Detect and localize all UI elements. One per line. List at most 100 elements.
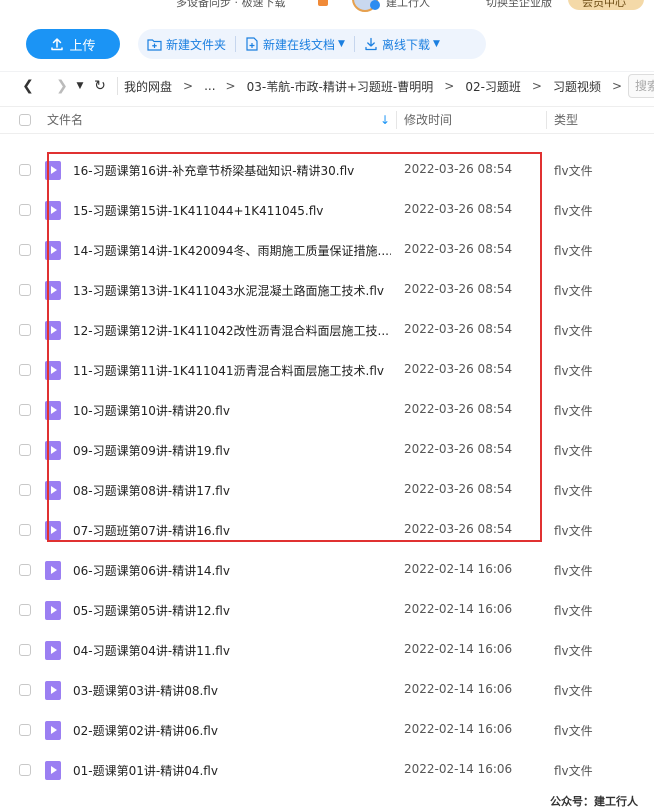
file-name[interactable]: 15-习题课第15讲-1K411044+1K411045.flv [73, 202, 391, 219]
row-checkbox[interactable] [19, 404, 31, 416]
file-name[interactable]: 07-习题班第07讲-精讲16.flv [73, 522, 391, 539]
enterprise-link[interactable]: 切换至企业版 [486, 0, 552, 10]
upload-button[interactable]: 上传 [26, 29, 120, 59]
file-type: flv文件 [554, 644, 593, 658]
file-type: flv文件 [554, 204, 593, 218]
table-row[interactable]: 05-习题课第05讲-精讲12.flv 2022-02-14 16:06 flv… [0, 590, 654, 630]
file-modified: 2022-02-14 16:06 [404, 722, 513, 736]
breadcrumb-item-videos[interactable]: 习题视频 [553, 78, 601, 95]
video-file-icon [45, 721, 61, 740]
table-row[interactable]: 16-习题课第16讲-补充章节桥梁基础知识-精讲30.flv 2022-03-2… [0, 150, 654, 190]
history-dropdown-icon[interactable]: ▼ [73, 81, 87, 91]
search-input[interactable]: 搜索 [628, 74, 654, 98]
row-checkbox[interactable] [19, 524, 31, 536]
upload-icon [51, 38, 64, 51]
username[interactable]: 建工行人 [386, 0, 430, 10]
file-modified: 2022-03-26 08:54 [404, 202, 513, 216]
table-row[interactable]: 12-习题课第12讲-1K411042改性沥青混合料面层施工技... 2022-… [0, 310, 654, 350]
sort-down-icon[interactable]: ↓ [380, 113, 390, 127]
file-name[interactable]: 12-习题课第12讲-1K411042改性沥青混合料面层施工技... [73, 322, 391, 339]
row-checkbox[interactable] [19, 364, 31, 376]
file-modified: 2022-03-26 08:54 [404, 522, 513, 536]
file-type: flv文件 [554, 764, 593, 778]
table-row[interactable]: 02-题课第02讲-精讲06.flv 2022-02-14 16:06 flv文… [0, 710, 654, 750]
refresh-icon[interactable]: ↻ [89, 78, 111, 94]
file-type: flv文件 [554, 364, 593, 378]
new-folder-button[interactable]: 新建文件夹 [138, 29, 235, 59]
table-header: 文件名 ↓ 修改时间 类型 [0, 106, 654, 134]
breadcrumb-item-class[interactable]: 02-习题班 [465, 78, 521, 95]
breadcrumb-separator: > [444, 79, 455, 93]
column-divider[interactable] [546, 111, 547, 129]
gift-icon[interactable] [318, 0, 328, 6]
back-icon[interactable]: ❮ [17, 78, 39, 94]
breadcrumb-item-root[interactable]: 我的网盘 [124, 78, 172, 95]
row-checkbox[interactable] [19, 164, 31, 176]
file-name[interactable]: 10-习题课第10讲-精讲20.flv [73, 402, 391, 419]
file-name[interactable]: 02-题课第02讲-精讲06.flv [73, 722, 391, 739]
breadcrumb-item-ellipsis[interactable]: ... [204, 79, 215, 93]
offline-download-button[interactable]: 离线下载 ▼ [355, 29, 449, 59]
file-modified: 2022-02-14 16:06 [404, 682, 513, 696]
file-name[interactable]: 09-习题课第09讲-精讲19.flv [73, 442, 391, 459]
file-name[interactable]: 16-习题课第16讲-补充章节桥梁基础知识-精讲30.flv [73, 162, 391, 179]
video-file-icon [45, 561, 61, 580]
file-name[interactable]: 05-习题课第05讲-精讲12.flv [73, 602, 391, 619]
table-row[interactable]: 13-习题课第13讲-1K411043水泥混凝土路面施工技术.flv 2022-… [0, 270, 654, 310]
table-row[interactable]: 11-习题课第11讲-1K411041沥青混合料面层施工技术.flv 2022-… [0, 350, 654, 390]
vip-button[interactable]: 会员中心 [568, 0, 644, 10]
file-name[interactable]: 04-习题课第04讲-精讲11.flv [73, 642, 391, 659]
table-row[interactable]: 06-习题课第06讲-精讲14.flv 2022-02-14 16:06 flv… [0, 550, 654, 590]
file-name[interactable]: 13-习题课第13讲-1K411043水泥混凝土路面施工技术.flv [73, 282, 391, 299]
forward-icon[interactable]: ❯ [51, 78, 73, 94]
table-row[interactable]: 04-习题课第04讲-精讲11.flv 2022-02-14 16:06 flv… [0, 630, 654, 670]
table-row[interactable]: 08-习题课第08讲-精讲17.flv 2022-03-26 08:54 flv… [0, 470, 654, 510]
breadcrumb-item-course[interactable]: 03-苇航-市政-精讲+习题班-曹明明 [247, 78, 434, 95]
file-modified: 2022-02-14 16:06 [404, 562, 513, 576]
table-row[interactable]: 03-题课第03讲-精讲08.flv 2022-02-14 16:06 flv文… [0, 670, 654, 710]
file-type: flv文件 [554, 524, 593, 538]
table-row[interactable]: 01-题课第01讲-精讲04.flv 2022-02-14 16:06 flv文… [0, 750, 654, 790]
row-checkbox[interactable] [19, 284, 31, 296]
video-file-icon [45, 161, 61, 180]
file-name[interactable]: 08-习题课第08讲-精讲17.flv [73, 482, 391, 499]
header-modified[interactable]: 修改时间 [404, 107, 452, 133]
table-row[interactable]: 15-习题课第15讲-1K411044+1K411045.flv 2022-03… [0, 190, 654, 230]
row-checkbox[interactable] [19, 684, 31, 696]
header-type[interactable]: 类型 [554, 107, 578, 133]
select-all-checkbox[interactable] [19, 114, 31, 126]
divider [117, 77, 118, 95]
row-checkbox[interactable] [19, 244, 31, 256]
row-checkbox[interactable] [19, 204, 31, 216]
video-file-icon [45, 601, 61, 620]
column-divider[interactable] [396, 111, 397, 129]
row-checkbox[interactable] [19, 644, 31, 656]
row-checkbox[interactable] [19, 564, 31, 576]
doc-plus-icon [246, 37, 258, 51]
row-checkbox[interactable] [19, 724, 31, 736]
file-type: flv文件 [554, 244, 593, 258]
row-checkbox[interactable] [19, 444, 31, 456]
file-type: flv文件 [554, 404, 593, 418]
file-modified: 2022-03-26 08:54 [404, 282, 513, 296]
top-promo-text: 多设备同步 · 极速下载 [176, 0, 286, 9]
video-file-icon [45, 281, 61, 300]
file-modified: 2022-02-14 16:06 [404, 602, 513, 616]
file-name[interactable]: 11-习题课第11讲-1K411041沥青混合料面层施工技术.flv [73, 362, 391, 379]
file-name[interactable]: 06-习题课第06讲-精讲14.flv [73, 562, 391, 579]
row-checkbox[interactable] [19, 484, 31, 496]
row-checkbox[interactable] [19, 604, 31, 616]
new-online-doc-button[interactable]: 新建在线文档 ▼ [236, 29, 354, 59]
file-name[interactable]: 14-习题课第14讲-1K420094冬、雨期施工质量保证措施.... [73, 242, 391, 259]
row-checkbox[interactable] [19, 324, 31, 336]
table-row[interactable]: 09-习题课第09讲-精讲19.flv 2022-03-26 08:54 flv… [0, 430, 654, 470]
table-row[interactable]: 10-习题课第10讲-精讲20.flv 2022-03-26 08:54 flv… [0, 390, 654, 430]
table-row[interactable]: 07-习题班第07讲-精讲16.flv 2022-03-26 08:54 flv… [0, 510, 654, 550]
table-row[interactable]: 14-习题课第14讲-1K420094冬、雨期施工质量保证措施.... 2022… [0, 230, 654, 270]
file-name[interactable]: 03-题课第03讲-精讲08.flv [73, 682, 391, 699]
video-file-icon [45, 401, 61, 420]
row-checkbox[interactable] [19, 764, 31, 776]
file-name[interactable]: 01-题课第01讲-精讲04.flv [73, 762, 391, 779]
header-name[interactable]: 文件名 [47, 107, 83, 133]
tool-group: 新建文件夹 新建在线文档 ▼ 离线下载 ▼ [138, 29, 486, 59]
